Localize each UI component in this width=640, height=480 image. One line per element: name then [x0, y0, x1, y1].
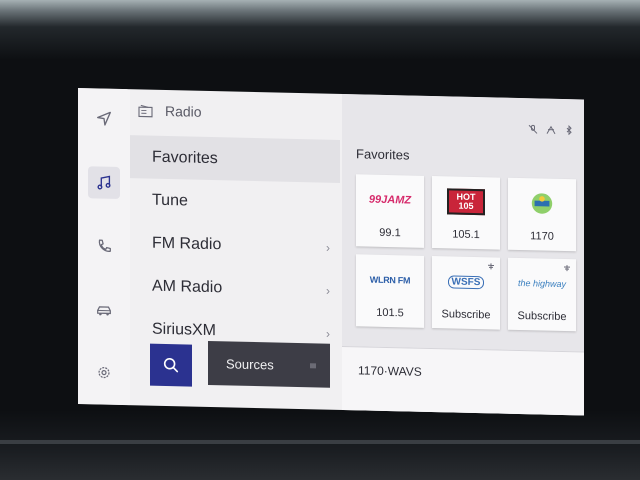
menu-item-fm-radio[interactable]: FM Radio ›: [130, 221, 340, 269]
favorite-tile[interactable]: WLRN FM 101.5: [356, 254, 424, 328]
favorite-tile[interactable]: 1170: [508, 177, 576, 252]
station-logo: [508, 188, 576, 220]
sources-indicator-icon: [310, 362, 316, 368]
station-logo: the highway: [517, 277, 567, 290]
music-note-icon[interactable]: [88, 166, 120, 199]
station-label: 1170: [530, 230, 554, 243]
menu-item-label: FM Radio: [152, 234, 222, 253]
search-icon: [163, 357, 179, 373]
sources-label: Sources: [226, 355, 274, 372]
station-logo: WSFS: [432, 266, 500, 298]
sources-button[interactable]: Sources: [208, 340, 330, 388]
phone-icon[interactable]: [88, 230, 120, 263]
chevron-right-icon: ›: [326, 240, 330, 255]
favorite-tile[interactable]: 99JAMZ 99.1: [356, 174, 424, 248]
radio-menu: Favorites Tune FM Radio › AM Radio › Sir…: [130, 135, 340, 355]
menu-item-favorites[interactable]: Favorites: [130, 135, 340, 183]
station-logo: 99JAMZ: [368, 193, 412, 207]
infotainment-screen: Radio Favorites Tune FM Radio › AM Radio…: [78, 88, 584, 416]
dashboard-top: [0, 0, 640, 60]
favorites-grid: 99JAMZ 99.1 HOT 105 105.1 1170 WLRN FM 1…: [356, 174, 576, 332]
station-label: 105.1: [452, 228, 480, 242]
radio-icon: [138, 104, 153, 117]
station-label: 99.1: [379, 226, 401, 240]
station-emblem-icon: [531, 193, 553, 214]
menu-item-label: AM Radio: [152, 277, 223, 296]
favorites-panel: Favorites 99JAMZ 99.1 HOT 105 105.1 1170…: [342, 93, 584, 416]
now-playing-station: 1170·WAVS: [358, 363, 422, 379]
mic-muted-icon: [528, 124, 538, 134]
nav-rail: [78, 88, 130, 406]
station-label: 101.5: [376, 306, 404, 320]
page-title: Radio: [165, 102, 202, 120]
bluetooth-icon: [566, 125, 572, 136]
favorite-tile[interactable]: the highway Subscribe: [508, 257, 576, 332]
app-header: Radio: [138, 97, 202, 124]
dashboard-bottom: [0, 410, 640, 480]
menu-item-tune[interactable]: Tune: [130, 178, 340, 226]
favorite-tile[interactable]: HOT 105 105.1: [432, 176, 500, 250]
station-label: Subscribe: [441, 308, 491, 322]
menu-item-label: SiriusXM: [152, 320, 217, 339]
menu-item-label: Favorites: [152, 148, 218, 167]
car-icon[interactable]: [88, 294, 120, 327]
menu-item-label: Tune: [152, 191, 188, 209]
gear-icon[interactable]: [88, 356, 120, 389]
favorite-tile[interactable]: WSFS Subscribe: [432, 256, 500, 330]
search-button[interactable]: [150, 343, 192, 387]
signal-icon: [546, 125, 556, 135]
chevron-right-icon: ›: [326, 283, 330, 298]
now-playing-bar[interactable]: 1170·WAVS: [342, 345, 584, 416]
station-logo: WLRN FM: [369, 274, 411, 286]
navigation-arrow-icon[interactable]: [88, 102, 120, 135]
favorites-title: Favorites: [356, 146, 410, 163]
menu-item-am-radio[interactable]: AM Radio ›: [130, 264, 340, 312]
station-label: Subscribe: [517, 309, 567, 324]
status-bar: [528, 124, 574, 136]
station-logo: HOT 105: [432, 186, 500, 218]
chevron-right-icon: ›: [326, 326, 330, 341]
dashboard-ridge: [0, 440, 640, 444]
